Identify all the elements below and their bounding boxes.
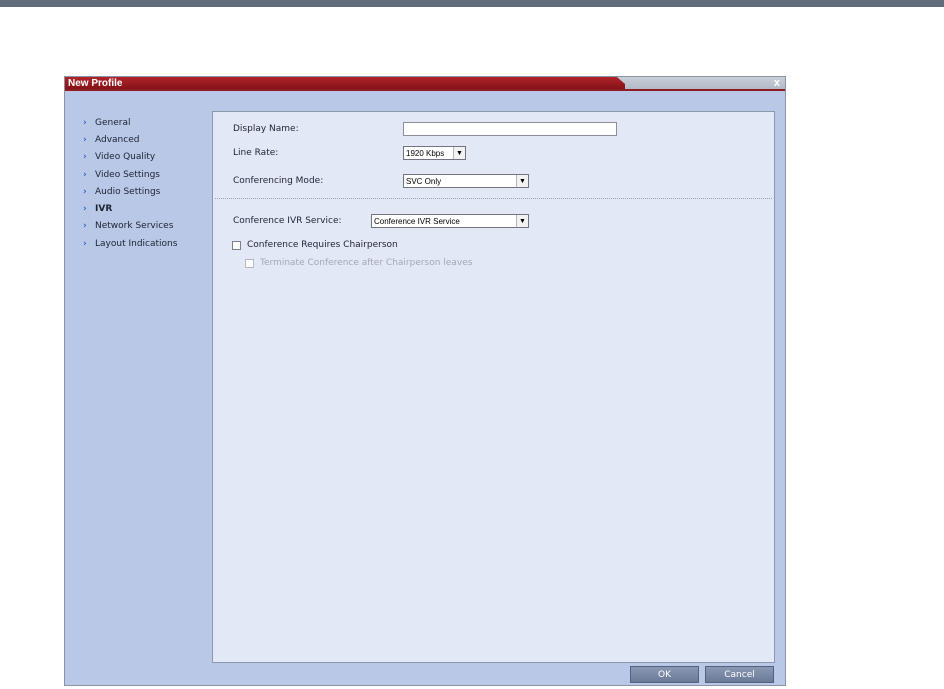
terminate-conference-label: Terminate Conference after Chairperson l… [260,258,473,268]
nav-item-label: Video Quality [95,152,156,163]
nav-item-label: Advanced [95,134,140,145]
requires-chairperson-checkbox[interactable] [232,240,241,250]
close-icon[interactable]: x [774,77,780,89]
top-bar [0,0,944,7]
conferencing-mode-select[interactable]: SVC Only ▼ [403,174,529,188]
chevron-right-icon: › [83,221,87,232]
nav-item-advanced[interactable]: › Advanced [83,131,177,148]
requires-chairperson-label: Conference Requires Chairperson [247,240,398,250]
ivr-service-select[interactable]: Conference IVR Service ▼ [371,214,529,228]
profile-nav: › General › Advanced › Video Quality › V… [83,114,177,252]
cancel-button[interactable]: Cancel [705,666,774,683]
display-name-label: Display Name: [233,124,299,134]
nav-item-network-services[interactable]: › Network Services [83,218,177,235]
chevron-right-icon: › [83,134,87,145]
conferencing-mode-label: Conferencing Mode: [233,176,324,186]
nav-item-label: Network Services [95,221,174,232]
conferencing-mode-value: SVC Only [406,177,442,186]
nav-item-ivr[interactable]: › IVR [83,200,177,217]
nav-item-video-quality[interactable]: › Video Quality [83,149,177,166]
ok-button[interactable]: OK [630,666,699,683]
chevron-down-icon: ▼ [516,215,528,227]
nav-item-layout-indications[interactable]: › Layout Indications [83,235,177,252]
new-profile-dialog: New Profile x › General › Advanced › Vid… [64,76,786,686]
chevron-right-icon: › [83,186,87,197]
display-name-input[interactable] [403,122,617,136]
ivr-settings-panel: Display Name: Line Rate: 1920 Kbps ▼ Con… [212,111,775,663]
chevron-right-icon: › [83,152,87,163]
chevron-right-icon: › [83,238,87,249]
nav-item-video-settings[interactable]: › Video Settings [83,166,177,183]
chevron-down-icon: ▼ [453,147,465,159]
nav-item-label: General [95,117,131,128]
line-rate-label: Line Rate: [233,148,279,158]
terminate-conference-row: Terminate Conference after Chairperson l… [245,258,472,268]
ivr-service-label: Conference IVR Service: [233,216,342,226]
line-rate-select[interactable]: 1920 Kbps ▼ [403,146,466,160]
nav-item-label: IVR [95,204,113,215]
chevron-right-icon: › [83,117,87,128]
title-bar: New Profile x [65,77,785,91]
chevron-right-icon: › [83,204,87,215]
nav-item-label: Layout Indications [95,238,178,249]
section-divider [215,198,772,199]
line-rate-value: 1920 Kbps [406,149,445,158]
nav-item-label: Video Settings [95,169,160,180]
terminate-conference-checkbox [245,258,254,268]
chevron-right-icon: › [83,169,87,180]
nav-item-label: Audio Settings [95,186,161,197]
dialog-title: New Profile [68,78,123,89]
nav-item-general[interactable]: › General [83,114,177,131]
nav-item-audio-settings[interactable]: › Audio Settings [83,183,177,200]
chevron-down-icon: ▼ [516,175,528,187]
ivr-service-value: Conference IVR Service [374,217,460,226]
requires-chairperson-row[interactable]: Conference Requires Chairperson [232,240,398,250]
